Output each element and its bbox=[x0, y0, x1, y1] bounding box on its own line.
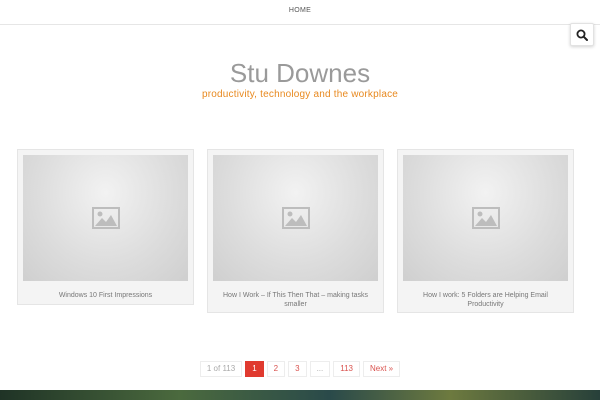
post-title[interactable]: How I work: 5 Folders are Helping Email … bbox=[406, 291, 565, 309]
nav-home-link[interactable]: HOME bbox=[0, 7, 600, 14]
page-link[interactable]: 2 bbox=[266, 361, 286, 377]
search-icon bbox=[576, 29, 588, 41]
image-placeholder-icon bbox=[91, 207, 120, 229]
post-card[interactable]: How I work: 5 Folders are Helping Email … bbox=[397, 149, 574, 313]
post-card[interactable]: How I Work – If This Then That – making … bbox=[207, 149, 384, 313]
page-link-last[interactable]: 113 bbox=[333, 361, 360, 377]
next-page-link[interactable]: Next » bbox=[363, 361, 401, 377]
top-navigation: HOME bbox=[0, 0, 600, 25]
page-ellipsis: ... bbox=[309, 361, 331, 377]
post-thumbnail[interactable] bbox=[403, 155, 568, 281]
page-summary: 1 of 113 bbox=[199, 361, 243, 377]
search-button[interactable] bbox=[570, 23, 594, 46]
pagination: 1 of 113 1 2 3 ... 113 Next » bbox=[0, 361, 600, 377]
image-placeholder-icon bbox=[281, 207, 310, 229]
post-thumbnail[interactable] bbox=[213, 155, 378, 281]
post-thumbnail[interactable] bbox=[23, 155, 188, 281]
site-tagline: productivity, technology and the workpla… bbox=[201, 89, 399, 100]
page-link[interactable]: 3 bbox=[288, 361, 307, 377]
post-title[interactable]: How I Work – If This Then That – making … bbox=[216, 291, 375, 309]
image-placeholder-icon bbox=[471, 207, 500, 229]
page-link-current[interactable]: 1 bbox=[245, 361, 264, 377]
site-title[interactable]: Stu Downes bbox=[0, 58, 600, 89]
post-card[interactable]: Windows 10 First Impressions bbox=[17, 149, 194, 305]
footer-background bbox=[0, 390, 600, 400]
post-title[interactable]: Windows 10 First Impressions bbox=[26, 291, 185, 300]
